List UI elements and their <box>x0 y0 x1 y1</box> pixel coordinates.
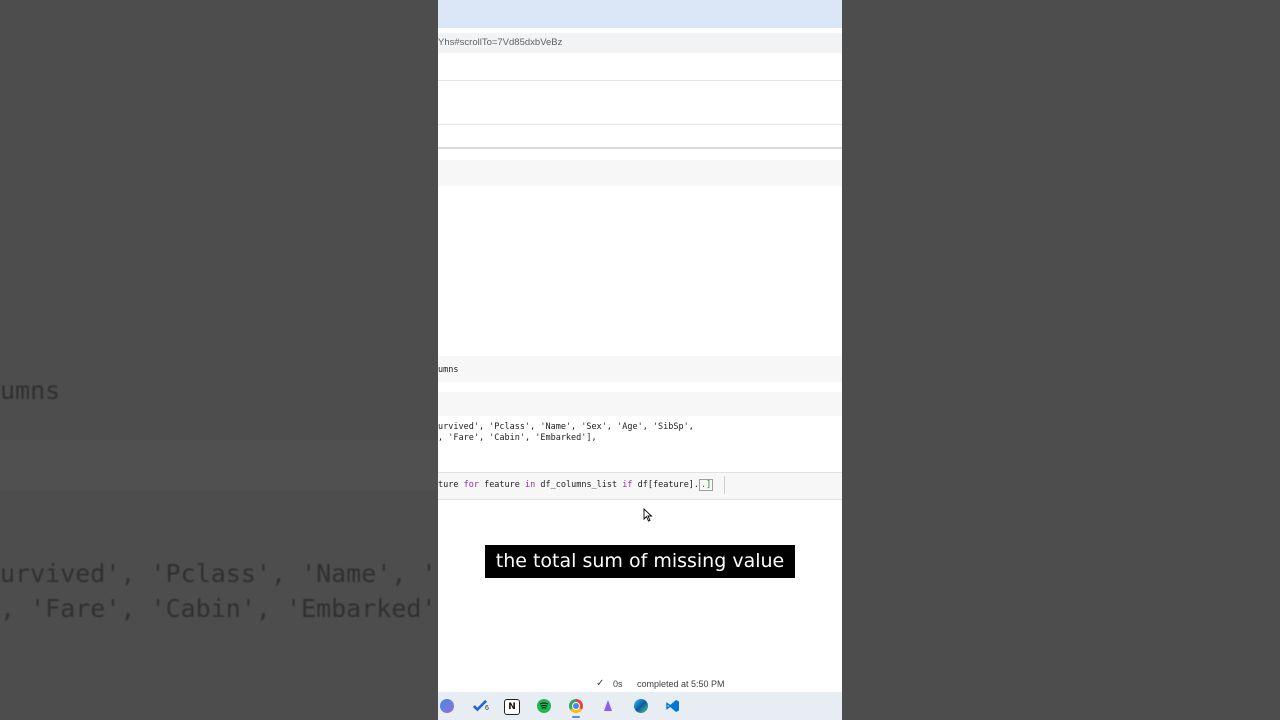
completed-text: completed at 5:50 PM <box>637 679 725 689</box>
code-fragment: df[feature]. <box>632 480 700 490</box>
code-cell[interactable]: umns <box>438 356 842 382</box>
keyword-for: for <box>463 480 479 490</box>
browser-screen: Yhs#scrollTo=7Vd85dxbVeBz umns urvived',… <box>438 0 842 720</box>
background-right <box>842 0 1280 720</box>
divider <box>438 124 842 125</box>
divider <box>438 80 842 81</box>
copilot-icon[interactable] <box>440 699 454 713</box>
background-text: umns <box>0 376 61 405</box>
taskbar: 6 N <box>438 692 842 720</box>
code-fragment: df_columns_list <box>535 480 623 490</box>
output-text: urvived', 'Pclass', 'Name', 'Sex', 'Age'… <box>438 422 694 432</box>
notion-icon[interactable]: N <box>504 699 520 715</box>
ruler-line <box>724 476 725 494</box>
run-duration: 0s <box>613 679 623 689</box>
background-text: urvived', 'Pclass', 'Name', 'Sex' <box>0 559 438 588</box>
check-icon: ✓ <box>596 678 605 689</box>
active-indicator <box>572 716 580 718</box>
url-text: Yhs#scrollTo=7Vd85dxbVeBz <box>438 37 563 48</box>
output-text: , 'Fare', 'Cabin', 'Embarked'], <box>438 433 597 443</box>
code-fragment: ture <box>438 480 464 490</box>
background-text: , 'Fare', 'Cabin', 'Embarked'], <box>0 594 438 623</box>
code-fragment: feature <box>478 480 526 490</box>
autocomplete-caret: .] <box>699 479 714 491</box>
cell-code: umns <box>438 365 459 375</box>
code-input-cell[interactable]: ture for feature in df_columns_list if d… <box>438 472 842 500</box>
edge-icon[interactable] <box>634 699 648 713</box>
output-header <box>438 392 842 416</box>
cell-code-input[interactable]: ture for feature in df_columns_list if d… <box>438 479 714 491</box>
chrome-icon[interactable] <box>569 699 583 713</box>
keyword-in: in <box>525 480 536 490</box>
video-caption: the total sum of missing value <box>485 545 795 578</box>
mouse-cursor-icon <box>643 508 653 522</box>
spotify-icon[interactable] <box>537 699 551 713</box>
address-bar[interactable]: Yhs#scrollTo=7Vd85dxbVeBz <box>438 33 842 53</box>
code-cell[interactable] <box>438 160 842 186</box>
background-band <box>0 440 438 490</box>
background-left: umns urvived', 'Pclass', 'Name', 'Sex' ,… <box>0 0 438 720</box>
app-icon[interactable] <box>601 699 615 713</box>
status-bar: ✓ 0s completed at 5:50 PM <box>438 676 842 692</box>
todo-badge: 6 <box>485 705 489 712</box>
browser-tab-bar[interactable] <box>438 0 842 28</box>
keyword-if: if <box>622 480 633 490</box>
divider <box>438 147 842 149</box>
vscode-icon[interactable] <box>666 699 680 713</box>
